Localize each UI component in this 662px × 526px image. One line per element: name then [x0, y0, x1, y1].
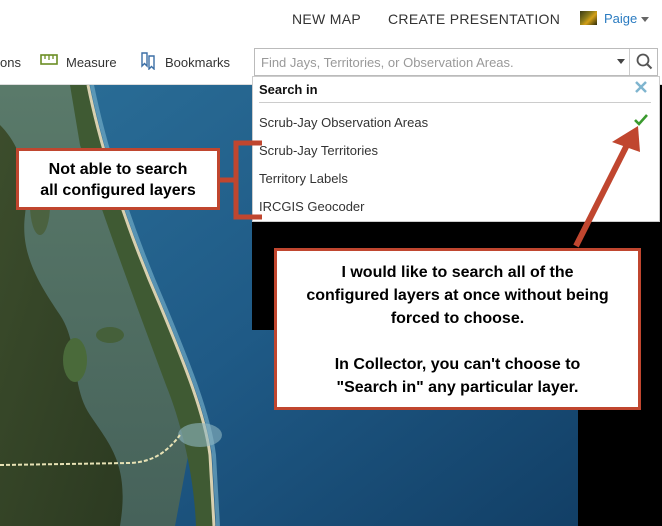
annotation-right-line: In Collector, you can't choose to — [334, 356, 581, 373]
avatar — [580, 11, 597, 25]
new-map-link[interactable]: NEW MAP — [292, 11, 361, 27]
annotation-right: I would like to search all of the config… — [274, 248, 641, 410]
annotation-right-line: "Search in" any particular layer. — [336, 379, 579, 396]
annotation-left-line: all configured layers — [40, 182, 196, 199]
annotation-right-spacer — [277, 330, 638, 353]
options-button-label[interactable]: ons — [0, 55, 21, 70]
close-icon[interactable] — [634, 80, 648, 99]
bookmarks-icon[interactable] — [140, 52, 156, 75]
search-in-panel: Search in Scrub-Jay Observation Areas Sc… — [252, 76, 660, 222]
search-button[interactable] — [629, 49, 658, 75]
checkmark-icon — [634, 113, 648, 131]
search-in-header: Search in — [259, 82, 318, 97]
annotation-right-line: forced to choose. — [390, 310, 525, 327]
search-box — [254, 48, 658, 76]
search-input[interactable] — [255, 49, 617, 75]
annotation-right-line: I would like to search all of the — [341, 264, 574, 281]
annotation-left: Not able to search all configured layers — [16, 148, 220, 210]
measure-icon[interactable] — [40, 52, 58, 73]
measure-button[interactable]: Measure — [66, 55, 117, 70]
divider — [259, 102, 651, 103]
bookmarks-button[interactable]: Bookmarks — [165, 55, 230, 70]
search-icon — [636, 53, 653, 70]
search-in-option-territories[interactable]: Scrub-Jay Territories — [259, 143, 378, 158]
create-presentation-link[interactable]: CREATE PRESENTATION — [388, 11, 560, 27]
search-source-dropdown-icon[interactable] — [617, 59, 625, 64]
caret-down-icon — [641, 17, 649, 22]
top-navigation: NEW MAP CREATE PRESENTATION Paige — [0, 0, 662, 38]
user-name: Paige — [604, 11, 638, 26]
search-in-option-geocoder[interactable]: IRCGIS Geocoder — [259, 199, 365, 214]
annotation-right-line: configured layers at once without being — [306, 287, 609, 304]
annotation-left-line: Not able to search — [48, 161, 188, 178]
search-in-option-territory-labels[interactable]: Territory Labels — [259, 171, 348, 186]
search-in-option-observation-areas[interactable]: Scrub-Jay Observation Areas — [259, 115, 428, 130]
